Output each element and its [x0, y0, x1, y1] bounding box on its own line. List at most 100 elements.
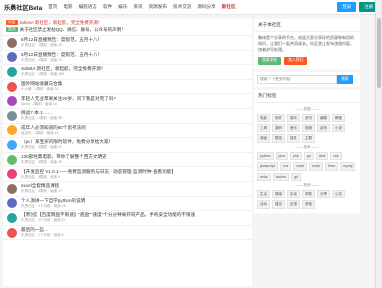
avatar[interactable] — [7, 125, 17, 136]
nav-item[interactable]: 电影 — [63, 4, 72, 10]
avatar[interactable] — [7, 110, 17, 121]
tag-chip[interactable]: react — [293, 162, 308, 171]
post-meta: 乐勇社区 · 3周前 · 阅读 9 — [21, 174, 61, 179]
tag-chip[interactable]: 音乐 — [287, 124, 300, 133]
nav-item[interactable]: 新社区 — [222, 4, 236, 10]
post-item[interactable]: 6月12日直播预告：度假范，五月十八！ 乐勇社区 · 1周前 · 阅读 21 — [3, 51, 252, 66]
post-item[interactable]: Sdiv6A 新社区，新起航，完全免费开源！ 乐勇社区 · 1周前 · 阅读 18… — [3, 65, 252, 80]
tag-chip[interactable]: vue — [279, 162, 292, 171]
notice-row[interactable]: 置顶 关于社区禁止发帖QQ、微信、群号，公众号的声明！ — [3, 26, 252, 33]
avatar[interactable] — [7, 52, 17, 63]
avatar[interactable] — [7, 154, 17, 165]
nav-item[interactable]: 编程语言 — [79, 4, 97, 10]
nav-item[interactable]: 资源发布 — [149, 4, 167, 10]
nav-item[interactable]: 资讯 — [133, 4, 142, 10]
tag-chip[interactable]: 软件 — [272, 113, 285, 123]
post-item[interactable]: 最后的一些… 乐勇社区 · 1个月前 · 阅读 9 — [3, 226, 252, 241]
post-item[interactable]: 个人演讲一下自学python的说明 乐勇社区 · 1个月前 · 阅读 26 — [3, 197, 252, 212]
tag-chip[interactable]: html — [315, 151, 329, 161]
page-scrollbar[interactable] — [375, 0, 382, 288]
tag-chip[interactable]: 小说 — [332, 124, 345, 133]
tag-chip[interactable]: git — [291, 172, 301, 182]
tag-chip[interactable]: 主题 — [302, 134, 315, 143]
post-item[interactable]: 成年人必须知道的60个思考法则 自由鸟 · 2周前 · 阅读 14 — [3, 124, 252, 139]
tag-chip[interactable]: mysql — [340, 162, 356, 171]
post-item[interactable]: 【原创】【百度网盘不限速】"底盘""速度"个分分钟离开同产品，手机安全功能的不限… — [3, 211, 252, 226]
post-item[interactable]: 6月12日直播预告：度假范，五月十八！ 乐勇社区 · 1周前 · 阅读 23 — [3, 36, 252, 51]
site-logo[interactable]: 乐勇社区Beta — [4, 3, 42, 12]
tag-chip[interactable]: 视频 — [302, 124, 315, 133]
scrollbar-thumb[interactable] — [377, 18, 381, 88]
tag-chip[interactable]: 生活 — [257, 190, 270, 199]
search-button[interactable]: 搜索 — [337, 74, 353, 84]
nav-item[interactable]: 源码分享 — [197, 4, 215, 10]
notice-title[interactable]: Sdiv6A 新社区，新起航，完全免费开源！ — [20, 20, 103, 26]
tag-chip[interactable]: css — [330, 151, 342, 161]
tag-chip[interactable]: 源码 — [272, 124, 285, 133]
avatar[interactable] — [7, 227, 17, 238]
avatar[interactable] — [7, 96, 17, 107]
tag-chip[interactable]: 漫画 — [257, 134, 270, 143]
tag-chip[interactable]: 情感 — [272, 190, 285, 199]
post-item[interactable]: 130部经典电影，带你了解整个西方文明史 乐勇社区 · 3周前 · 阅读 40 — [3, 153, 252, 168]
avatar[interactable] — [7, 37, 17, 48]
notice-row[interactable]: 公告 Sdiv6A 新社区，新起航，完全免费开源！ — [3, 19, 252, 26]
tag-chip[interactable]: 娱乐 — [287, 113, 300, 123]
join-button[interactable]: 加入我们 — [284, 56, 308, 65]
tag-chip[interactable]: 活动 — [257, 200, 270, 209]
login-button[interactable]: 登录 — [337, 2, 357, 12]
nav-item[interactable]: 娱乐 — [118, 4, 127, 10]
tag-chip[interactable]: 壁纸 — [272, 134, 285, 143]
post-item[interactable]: 年轻人无业苹果关注20岁，问下我是对完了吗? Alexa · 2周前 · 阅读 1… — [3, 94, 252, 109]
tag-chip[interactable]: javascript — [257, 162, 278, 171]
tag-chip[interactable]: 分享 — [317, 190, 330, 199]
post-item[interactable]: 国外网站收藏与合集 小火峰 · 2周前 · 阅读 31 — [3, 80, 252, 95]
tag-chip[interactable]: 游戏 — [317, 124, 330, 133]
tags-title: 热门标签 — [254, 90, 360, 103]
top-navbar: 乐勇社区Beta 首页 电影 编程语言 软件 娱乐 资讯 资源发布 技术交流 源码分享 新社区 登… — [0, 0, 382, 15]
tag-chip[interactable]: 建议 — [272, 200, 285, 209]
post-item[interactable]: （pc）某宝买的限时软件，免费分享给大家！ 乐勇社区 · 3周前 · 阅读 22 — [3, 138, 252, 153]
tag-chip[interactable]: 工具 — [257, 124, 270, 133]
post-title[interactable]: 个人演讲一下自学python的说明 — [21, 198, 85, 204]
avatar[interactable] — [7, 183, 17, 194]
nav-item[interactable]: 软件 — [103, 4, 112, 10]
tag-chip[interactable]: 公告 — [332, 190, 345, 199]
tag-chip[interactable]: php — [289, 151, 302, 161]
post-item[interactable]: 【开发监控 V1.0.1——免费监测服务与日志 · 动态管理·监测时钟·查看功能… — [3, 167, 252, 182]
tag-chip[interactable]: 求助 — [302, 190, 315, 199]
tag-chip[interactable]: 教程 — [332, 113, 345, 123]
nav-item[interactable]: 首页 — [48, 4, 57, 10]
post-item[interactable]: 挑战7·本·1…… 乐勇社区 · 2周前 · 阅读 36 — [3, 109, 252, 124]
tag-chip[interactable]: 资讯 — [302, 113, 315, 123]
avatar[interactable] — [7, 212, 17, 223]
tag-chip[interactable]: 电影 — [257, 113, 270, 123]
tag-chip[interactable]: java — [275, 151, 288, 161]
tag-chip[interactable]: 反馈 — [287, 200, 300, 209]
tag-chip[interactable]: python — [257, 151, 274, 161]
post-title[interactable]: 成年人必须知道的60个思考法则 — [21, 125, 86, 131]
tag-chip[interactable]: redis — [257, 172, 271, 182]
avatar[interactable] — [7, 198, 17, 209]
tag-chip[interactable]: node — [309, 162, 324, 171]
tag-chip[interactable]: linux — [325, 162, 339, 171]
post-title[interactable]: 年轻人无业苹果关注20岁，问下我是对完了吗? — [21, 96, 116, 102]
post-title[interactable]: 【开发监控 V1.0.1——免费监测服务与日志 · 动态管理·监测时钟·查看功能… — [21, 169, 176, 175]
search-input[interactable] — [257, 74, 337, 84]
post-button[interactable]: 我要发帖 — [258, 56, 282, 65]
notice-title[interactable]: 关于社区禁止发帖QQ、微信、群号，公众号的声明！ — [20, 27, 126, 33]
tag-chip[interactable]: 其他 — [302, 200, 315, 209]
tag-chip[interactable]: 插件 — [287, 134, 300, 143]
tag-chip[interactable]: go — [303, 151, 314, 161]
avatar[interactable] — [7, 169, 17, 180]
avatar[interactable] — [7, 66, 17, 77]
tag-chip[interactable]: 杂谈 — [287, 190, 300, 199]
notice-tag: 公告 — [6, 20, 18, 25]
nav-item[interactable]: 技术交流 — [173, 4, 191, 10]
tag-chip[interactable]: docker — [272, 172, 290, 182]
avatar[interactable] — [7, 139, 17, 150]
tag-chip[interactable]: 编程 — [317, 113, 330, 123]
post-item[interactable]: excel全套精品课程 乐勇社区 · 3周前 · 阅读 17 — [3, 182, 252, 197]
post-title[interactable]: 6月12日直播预告：度假范，五月十八！ — [21, 52, 102, 58]
avatar[interactable] — [7, 81, 17, 92]
